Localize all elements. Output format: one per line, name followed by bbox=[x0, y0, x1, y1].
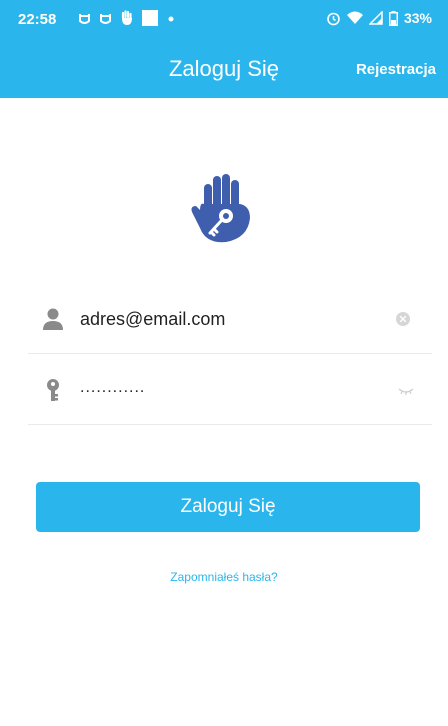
status-time: 22:58 bbox=[18, 11, 57, 28]
signal-icon bbox=[368, 11, 383, 25]
login-screen: 22:58 33% Zaloguj Się Rejestracja adres@… bbox=[0, 0, 448, 726]
status-bar: 22:58 33% bbox=[0, 0, 448, 36]
hand-key-icon bbox=[191, 174, 250, 243]
battery-icon bbox=[388, 10, 398, 26]
key-icon bbox=[47, 379, 59, 401]
square-icon bbox=[142, 10, 158, 26]
dot-icon bbox=[168, 16, 174, 22]
clear-icon bbox=[399, 315, 407, 323]
notification-icon bbox=[79, 13, 90, 24]
notification-icons bbox=[78, 9, 176, 27]
notification-icon bbox=[100, 13, 111, 24]
wifi-icon bbox=[346, 11, 363, 24]
system-icons: 33% bbox=[326, 9, 432, 27]
email-field[interactable] bbox=[80, 304, 380, 334]
register-link[interactable]: Rejestracja bbox=[356, 61, 436, 78]
person-icon bbox=[43, 308, 63, 330]
login-button[interactable]: Zaloguj Się bbox=[36, 482, 420, 532]
password-row bbox=[28, 355, 432, 425]
password-field[interactable] bbox=[80, 373, 380, 403]
show-password-icon[interactable] bbox=[398, 387, 414, 395]
alarm-icon bbox=[327, 12, 340, 25]
forgot-password-link[interactable]: Zapomniałeś hasła? bbox=[0, 570, 448, 584]
battery-percent: 33% bbox=[403, 10, 432, 26]
email-row bbox=[28, 284, 432, 354]
app-header: 22:58 33% Zaloguj Się Rejestracja bbox=[0, 0, 448, 98]
clear-email-button[interactable] bbox=[396, 312, 410, 326]
hand-icon bbox=[121, 10, 132, 25]
